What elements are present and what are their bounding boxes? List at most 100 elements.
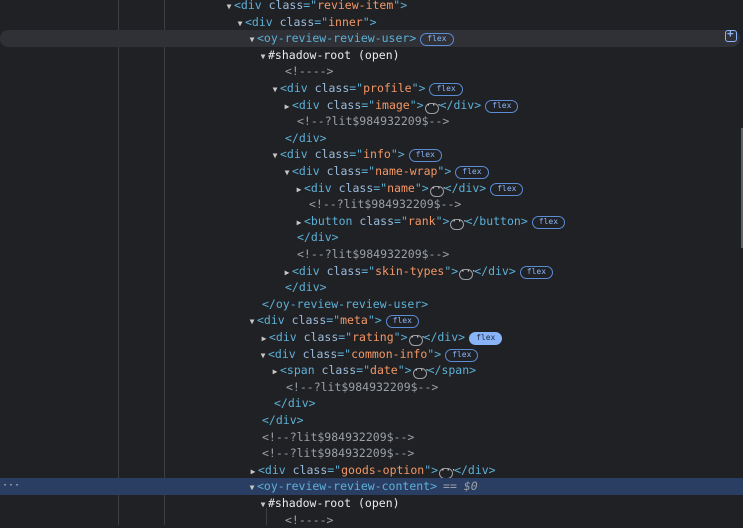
- tag-text: ">: [409, 97, 424, 112]
- collapsed-children-ellipsis-icon[interactable]: ···: [412, 367, 430, 380]
- dom-node-row[interactable]: ▶ <div class="skin-types"> ···</div> flex: [0, 263, 743, 280]
- html-comment: <!--?lit$984932209$-->: [262, 429, 415, 444]
- dom-node-row[interactable]: ▼ <div class="name-wrap"> flex: [0, 163, 743, 180]
- tag-text: <oy-review-review-user>: [257, 31, 417, 46]
- dom-node-row[interactable]: <!--?lit$984932209$-->: [0, 113, 743, 130]
- dom-node-row[interactable]: <!--?lit$984932209$-->: [0, 445, 743, 462]
- add-style-rule-icon[interactable]: [725, 27, 737, 42]
- dom-node-row[interactable]: </div>: [0, 412, 743, 429]
- dom-node-row[interactable]: <!--?lit$984932209$-->: [0, 246, 743, 263]
- flex-badge[interactable]: flex: [469, 332, 503, 345]
- dom-node-row[interactable]: ▼ #shadow-root (open): [0, 47, 743, 64]
- tag-text: <div: [280, 81, 315, 95]
- dom-node-row[interactable]: ▶ <div class="image"> ···</div> flex: [0, 97, 743, 114]
- tag-text: </div>: [444, 180, 487, 195]
- tag-text: ">: [414, 180, 429, 195]
- dom-node-row[interactable]: ▶ <div class="goods-option"> ···</div>: [0, 462, 743, 479]
- flex-badge[interactable]: flex: [490, 182, 524, 196]
- attribute-value: inner: [328, 14, 363, 29]
- dom-node-row[interactable]: ▶ <div class="name"> ···</div> flex: [0, 180, 743, 197]
- tag-text: </span>: [427, 363, 477, 378]
- tag-text: </div>: [454, 462, 496, 477]
- html-comment: <!--?lit$984932209$-->: [286, 379, 439, 394]
- dom-node-row[interactable]: ▶ <span class="date"> ···</span>: [0, 362, 743, 380]
- tag-text: ">: [444, 263, 459, 278]
- collapsed-children-ellipsis-icon[interactable]: ···: [408, 334, 426, 346]
- attribute-name: class: [338, 180, 374, 195]
- flex-badge[interactable]: flex: [445, 348, 479, 362]
- dom-node-row[interactable]: ▶ <button class="rank"> ···</button> flex: [0, 213, 743, 230]
- tag-text: </oy-review-review-user>: [262, 296, 429, 311]
- tag-text: =": [303, 0, 318, 12]
- dom-node-row[interactable]: ▼ <div class="common-info"> flex: [0, 346, 743, 363]
- tag-text: =": [349, 81, 364, 95]
- tag-text: ">: [437, 164, 452, 178]
- dom-node-row[interactable]: ▶ <div class="rating"> ···</div> flex: [0, 329, 743, 346]
- tag-text: ">: [424, 462, 439, 477]
- tag-text: =": [326, 313, 341, 328]
- attribute-value: name-wrap: [375, 164, 438, 178]
- flex-badge[interactable]: flex: [408, 149, 442, 163]
- tag-text: =": [394, 213, 408, 228]
- collapsed-children-ellipsis-icon[interactable]: ···: [429, 184, 447, 197]
- tag-text: </div>: [474, 263, 516, 278]
- dom-node-row[interactable]: <!--?lit$984932209$-->: [0, 379, 743, 396]
- flex-badge[interactable]: flex: [385, 315, 419, 329]
- dom-node-row[interactable]: <!---->: [0, 63, 743, 80]
- collapsed-children-ellipsis-icon[interactable]: ···: [459, 267, 476, 280]
- dom-node-row[interactable]: <!--?lit$984932209$-->: [0, 429, 743, 446]
- tag-text: <div: [268, 346, 303, 361]
- dom-node-row[interactable]: <!---->: [0, 512, 743, 528]
- attribute-value: meta: [340, 313, 368, 328]
- tag-text: #shadow-root (open): [268, 47, 400, 62]
- attribute-name: class: [359, 213, 395, 228]
- flex-badge[interactable]: flex: [429, 83, 463, 96]
- dom-node-row[interactable]: ··· ▼ <oy-review-review-content> == $0: [0, 478, 743, 495]
- dom-node-row[interactable]: </oy-review-review-user>: [0, 296, 743, 313]
- flex-badge[interactable]: flex: [455, 166, 489, 179]
- tag-text: </div>: [274, 396, 316, 411]
- tag-text: <div: [292, 263, 327, 278]
- dom-node-row[interactable]: ▼ <div class="review-item">: [0, 0, 743, 14]
- attribute-value: profile: [363, 81, 412, 95]
- collapsed-children-ellipsis-icon[interactable]: ···: [450, 217, 468, 230]
- tag-text: <div: [234, 0, 269, 12]
- attribute-name: class: [326, 263, 362, 278]
- collapsed-children-ellipsis-icon[interactable]: ···: [439, 466, 456, 479]
- dom-node-row[interactable]: ▼ <div class="profile"> flex: [0, 80, 743, 97]
- tag-text: </div>: [285, 130, 327, 145]
- dom-node-row[interactable]: </div>: [0, 395, 743, 412]
- tag-text: =": [327, 462, 342, 477]
- flex-badge[interactable]: flex: [519, 265, 554, 279]
- attribute-value: rating: [352, 330, 394, 344]
- tag-text: <div: [292, 97, 327, 112]
- html-comment: <!---->: [285, 512, 334, 527]
- tag-text: </div>: [439, 97, 482, 112]
- tag-text: =": [361, 164, 376, 178]
- attribute-name: class: [292, 462, 328, 477]
- dom-node-row[interactable]: <!--?lit$984932209$-->: [0, 196, 743, 213]
- attribute-value: name: [387, 180, 415, 195]
- dom-node-row[interactable]: ▼ <oy-review-review-user> flex: [0, 30, 740, 47]
- collapsed-children-ellipsis-icon[interactable]: ···: [424, 101, 442, 114]
- dom-node-row[interactable]: </div>: [0, 130, 743, 147]
- dom-node-row[interactable]: ▼ <div class="inner">: [0, 14, 743, 31]
- attribute-value: review-item: [317, 0, 394, 12]
- attribute-name: class: [326, 97, 362, 112]
- node-menu-icon[interactable]: ···: [2, 478, 20, 495]
- tag-text: ">: [393, 330, 408, 344]
- dom-node-row[interactable]: </div>: [0, 279, 743, 296]
- tag-text: <oy-review-review-content>: [257, 479, 438, 494]
- flex-badge[interactable]: flex: [531, 215, 566, 229]
- tag-text: <div: [245, 14, 280, 29]
- flex-badge[interactable]: flex: [420, 33, 454, 47]
- tag-text: </button>: [465, 213, 528, 228]
- dom-node-row[interactable]: ▼ #shadow-root (open): [0, 495, 743, 512]
- dom-node-row[interactable]: ▼ <div class="info"> flex: [0, 146, 743, 163]
- dom-node-row[interactable]: ▼ <div class="meta"> flex: [0, 312, 743, 329]
- dom-node-row[interactable]: </div>: [0, 229, 743, 246]
- tag-text: ">: [411, 81, 426, 95]
- tag-text: </div>: [423, 330, 466, 344]
- flex-badge[interactable]: flex: [485, 99, 519, 113]
- attribute-value: common-info: [351, 346, 428, 361]
